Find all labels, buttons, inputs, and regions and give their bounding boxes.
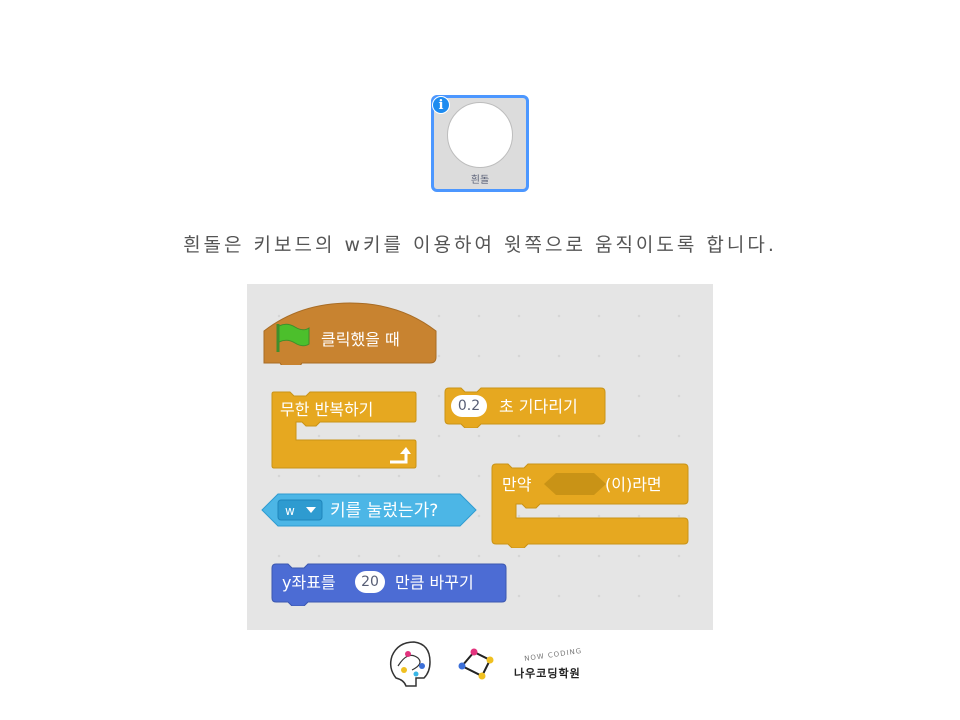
forever-label: 무한 반복하기 [280,400,374,419]
sprite-thumbnail [447,102,513,168]
sprite-name: 흰돌 [470,175,490,186]
chevron-down-icon[interactable] [305,505,317,515]
if-label: 만약 [502,475,532,494]
info-icon[interactable]: i [432,96,450,114]
logo-name: 나우코딩학원 [514,667,581,680]
green-flag-icon [276,323,310,352]
instruction-text: 흰돌은 키보드의 w키를 이용하여 윗쪽으로 움직이도록 합니다. [183,234,777,256]
wait-seconds-input[interactable]: 0.2 [451,395,487,417]
logo-arc-text: NOW CODING [523,646,583,664]
loop-arrow-icon [390,447,411,464]
change-y-suffix: 만큼 바꾸기 [395,573,474,592]
when-flag-label: 클릭했을 때 [321,330,400,349]
logo-head-icon [389,641,431,687]
key-pressed-label: 키를 눌렀는가? [330,501,439,521]
wait-label: 초 기다리기 [499,397,578,416]
then-label: (이)라면 [605,475,662,494]
change-y-prefix: y좌표를 [282,573,336,592]
code-area[interactable]: 클릭했을 때 무한 반복하기 0.2 초 기다리기 만약 (이)라면 w 키를 … [247,284,713,630]
key-dropdown-value[interactable]: w [285,505,295,517]
logo-shape-icon [458,648,494,680]
condition-slot[interactable] [544,473,606,495]
change-y-value-input[interactable]: 20 [355,571,385,593]
